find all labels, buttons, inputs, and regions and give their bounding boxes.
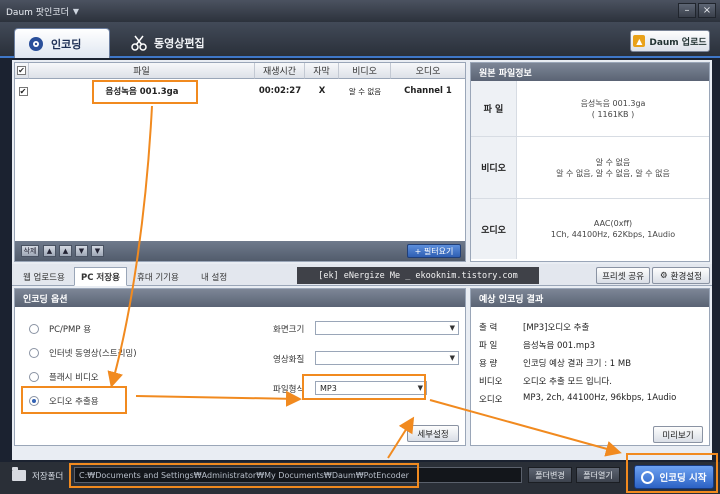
arrow-file-to-radio [107, 105, 153, 388]
arrow-path-to-format [387, 416, 415, 459]
arrow-radio-to-format [135, 390, 302, 407]
arrow-format-to-start [429, 399, 622, 457]
annotation-arrows [107, 105, 622, 459]
